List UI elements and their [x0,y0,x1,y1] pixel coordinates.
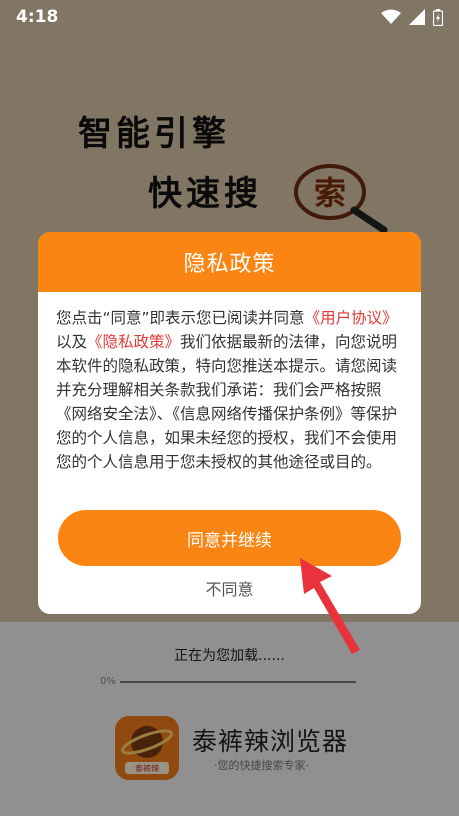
dialog-title: 隐私政策 [38,232,421,292]
battery-icon [433,8,443,26]
user-agreement-link[interactable]: 《用户协议》 [305,309,398,327]
dialog-body[interactable]: 您点击“同意”即表示您已阅读并同意《用户协议》以及《隐私政策》我们依据最新的法律… [56,306,403,472]
privacy-policy-link[interactable]: 《隐私政策》 [87,333,180,351]
pointer-arrow-icon [300,558,360,654]
body-and: 以及 [56,333,88,351]
body-prefix: 您点击“同意”即表示您已阅读并同意 [56,309,305,327]
body-rest: 我们依据最新的法律，向您说明本软件的隐私政策，特向您推送本提示。请您阅读并充分理… [56,333,398,471]
status-time: 4:18 [16,7,59,27]
signal-icon [409,9,425,25]
status-bar: 4:18 [0,0,459,34]
wifi-icon [381,9,401,24]
